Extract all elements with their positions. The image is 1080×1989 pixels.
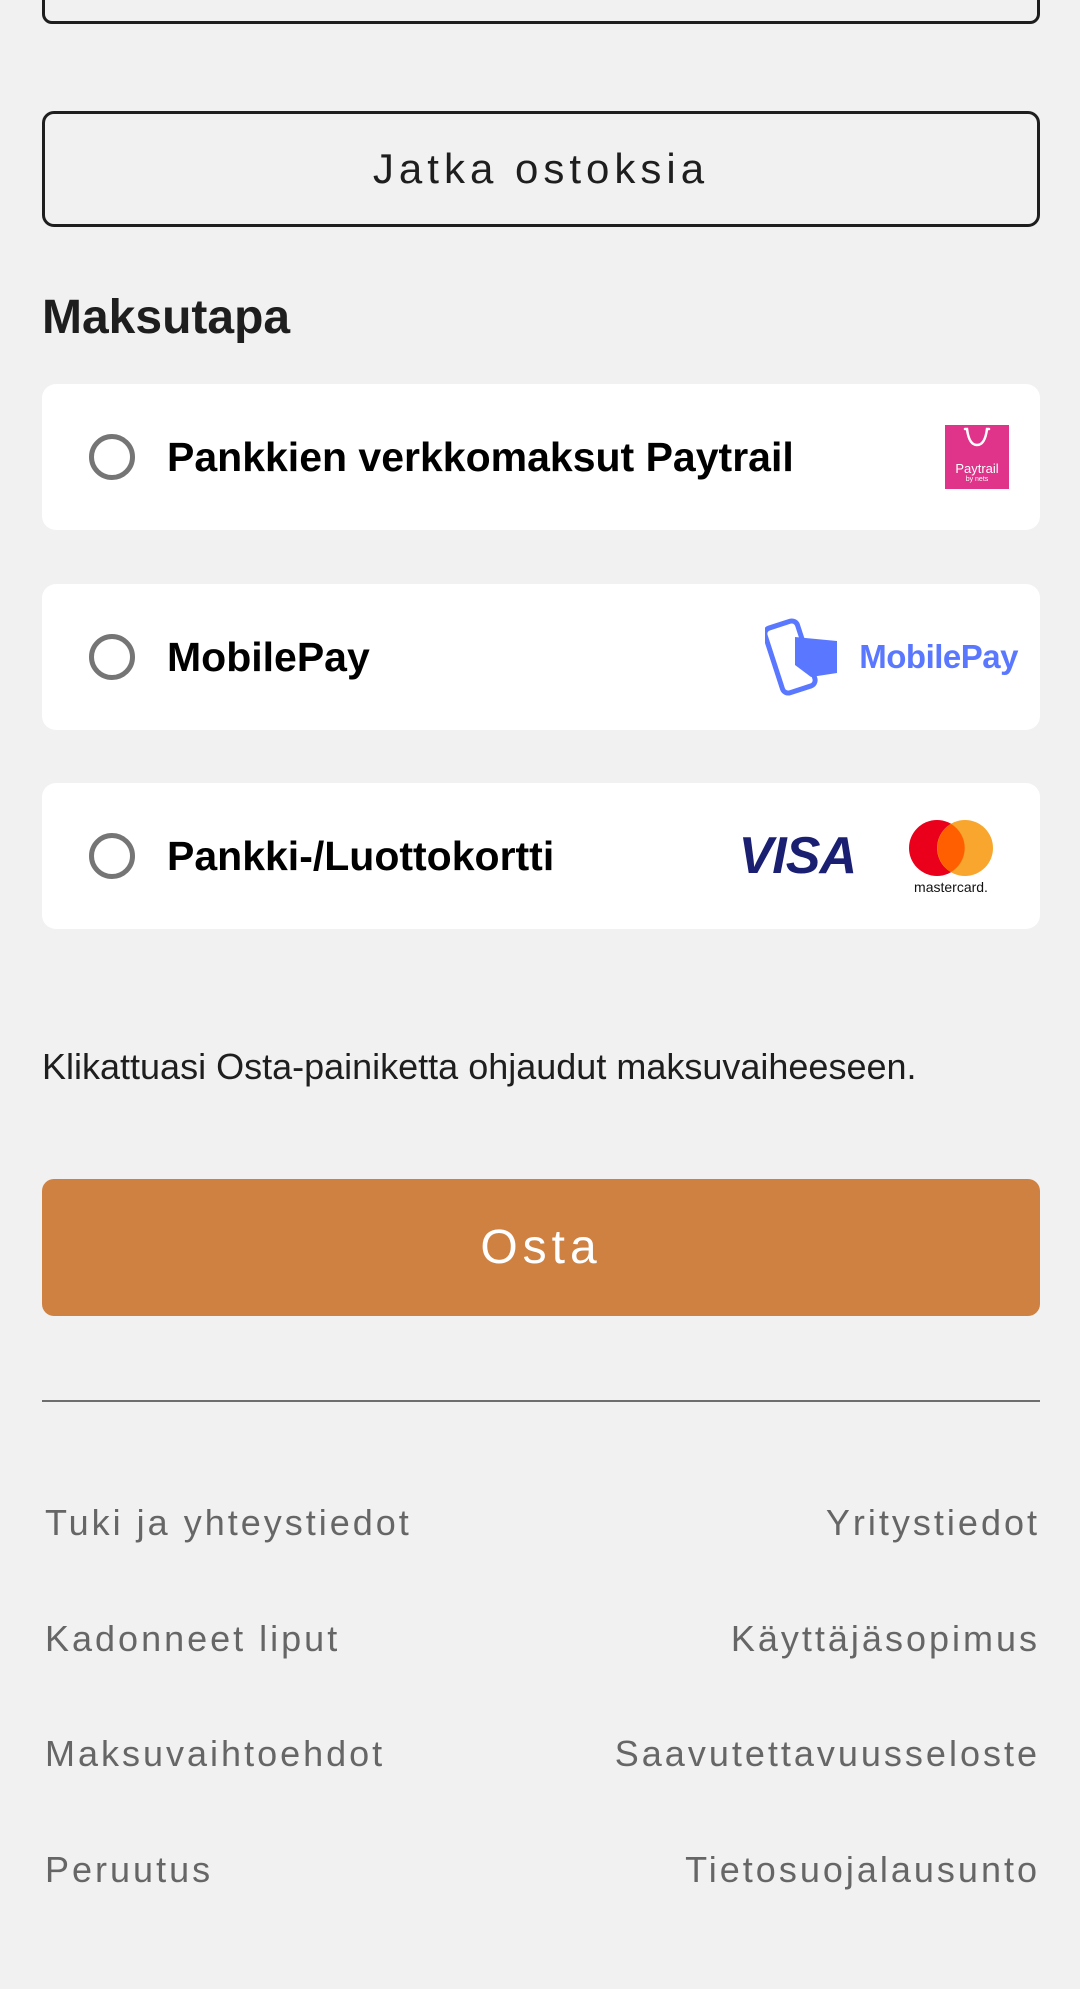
paytrail-logo-text: Paytrail: [955, 461, 999, 476]
mobilepay-phone-icon: [765, 618, 838, 696]
shopping-bag-icon: [963, 427, 991, 447]
buy-button[interactable]: Osta: [42, 1179, 1040, 1316]
payment-option-label: MobilePay: [167, 633, 370, 680]
footer-link-accessibility[interactable]: Saavutettavuusseloste: [615, 1733, 1040, 1775]
paytrail-logo: Paytrail by nets: [945, 425, 1009, 489]
mastercard-logo: mastercard.: [902, 818, 1000, 895]
payment-option-card[interactable]: Pankki-/Luottokortti VISA mastercard.: [42, 783, 1040, 929]
footer-link-cancellation[interactable]: Peruutus: [45, 1849, 213, 1891]
mastercard-logo-text: mastercard.: [914, 879, 988, 895]
payment-option-label: Pankkien verkkomaksut Paytrail: [167, 433, 794, 480]
footer-link-privacy[interactable]: Tietosuojalausunto: [685, 1849, 1040, 1891]
footer-divider: [42, 1400, 1040, 1402]
footer-link-support[interactable]: Tuki ja yhteystiedot: [45, 1502, 412, 1544]
footer-link-company-info[interactable]: Yritystiedot: [826, 1502, 1040, 1544]
radio-mobilepay[interactable]: [89, 634, 135, 680]
mobilepay-logo-text: MobilePay: [859, 638, 1018, 675]
card-logos: VISA mastercard.: [738, 818, 1040, 895]
footer-link-user-agreement[interactable]: Käyttäjäsopimus: [731, 1618, 1040, 1660]
previous-field-edge: [42, 0, 1040, 24]
payment-option-mobilepay[interactable]: MobilePay MobilePay: [42, 584, 1040, 730]
footer-link-lost-tickets[interactable]: Kadonneet liput: [45, 1618, 340, 1660]
mobilepay-logo: MobilePay: [765, 615, 1018, 699]
visa-logo: VISA: [738, 827, 857, 885]
paytrail-logo-subtext: by nets: [965, 476, 989, 483]
payment-method-heading: Maksutapa: [42, 291, 291, 344]
payment-option-paytrail[interactable]: Pankkien verkkomaksut Paytrail Paytrail …: [42, 384, 1040, 530]
payment-option-label: Pankki-/Luottokortti: [167, 832, 555, 879]
radio-card[interactable]: [89, 833, 135, 879]
mastercard-circles-icon: [909, 820, 993, 876]
radio-paytrail[interactable]: [89, 434, 135, 480]
continue-shopping-button[interactable]: Jatka ostoksia: [42, 111, 1040, 227]
redirect-info-text: Klikattuasi Osta-painiketta ohjaudut mak…: [42, 1046, 917, 1087]
footer-link-payment-options[interactable]: Maksuvaihtoehdot: [45, 1733, 385, 1775]
paytrail-logo-group: Paytrail by nets: [945, 425, 1040, 489]
